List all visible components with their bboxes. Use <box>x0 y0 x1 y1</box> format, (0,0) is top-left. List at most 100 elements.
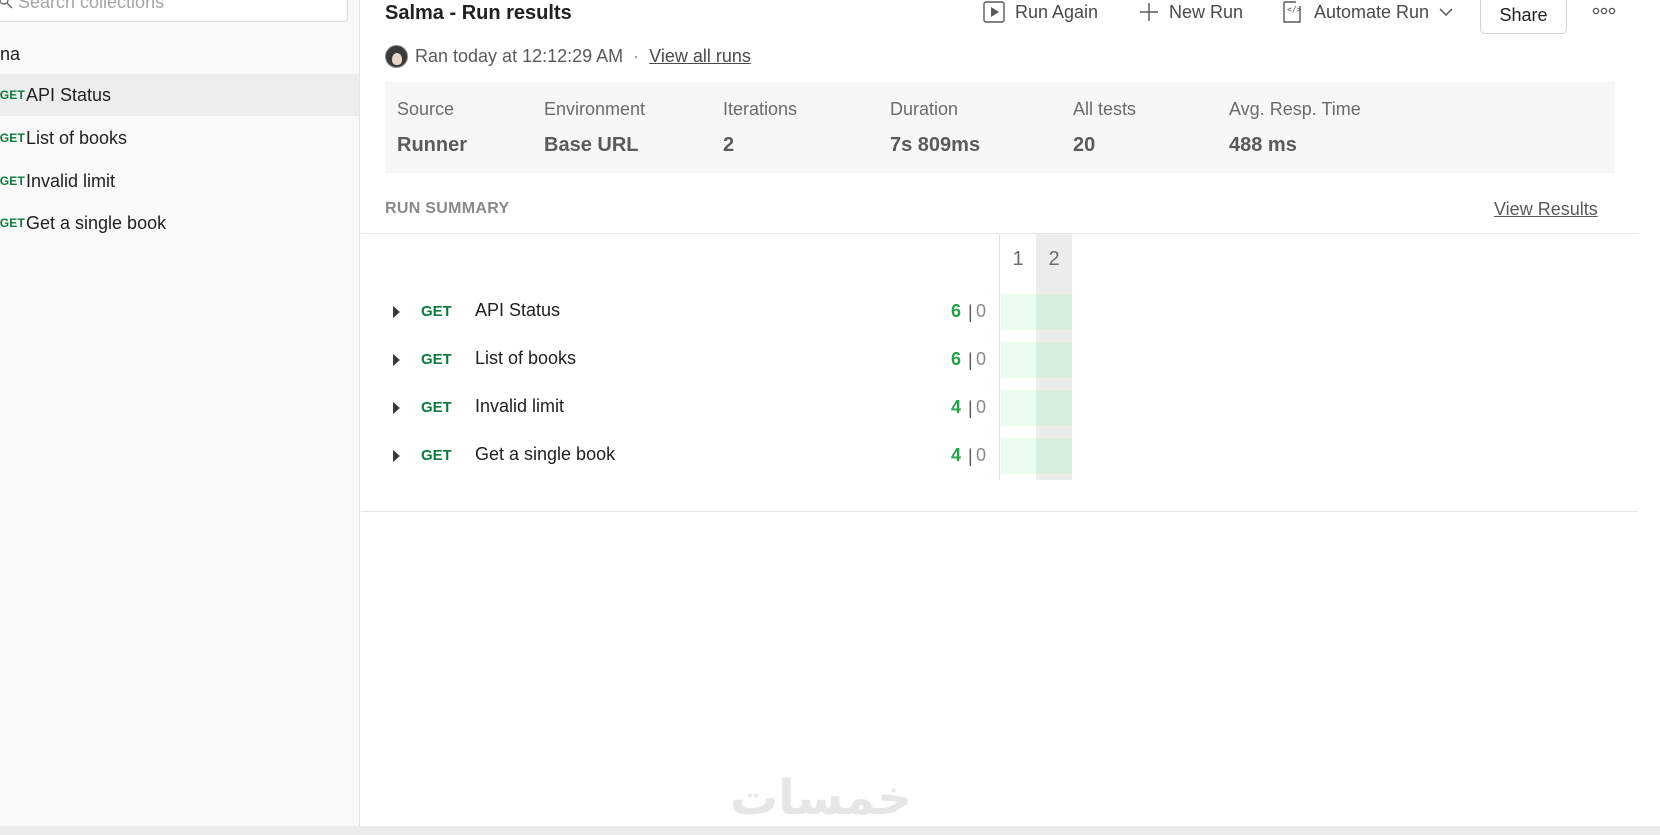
result-cell[interactable] <box>1036 390 1072 426</box>
table-row: GET API Status 6 | 0 <box>361 293 1001 329</box>
sidebar-item-label: Invalid limit <box>26 170 116 191</box>
sidebar-item-invalid-limit[interactable]: GET Invalid limit <box>0 160 359 202</box>
stat-value: 20 <box>1073 134 1096 156</box>
passed-count: 4 <box>951 445 962 465</box>
request-name[interactable]: Get a single book <box>475 444 615 465</box>
method-badge: GET <box>0 216 25 230</box>
view-results-link[interactable]: View Results <box>1494 199 1598 220</box>
count-separator: | <box>968 302 973 322</box>
stat-label: All tests <box>1073 99 1137 119</box>
run-again-label: Run Again <box>1015 1 1099 22</box>
stat-value: Runner <box>397 134 467 156</box>
table-row: GET List of books 6 | 0 <box>361 341 1001 377</box>
method-badge: GET <box>0 88 25 102</box>
search-icon <box>0 0 13 9</box>
stat-value: Base URL <box>544 134 639 156</box>
sidebar-item-label: API Status <box>26 84 112 105</box>
method-badge: GET <box>0 131 25 145</box>
passed-count: 6 <box>951 301 962 321</box>
svg-text:</>: </> <box>1287 5 1302 14</box>
count-separator: | <box>968 398 973 418</box>
method-badge: GET <box>421 399 452 416</box>
sidebar-item-get-a-single-book[interactable]: GET Get a single book <box>0 202 359 244</box>
more-options-icon[interactable] <box>1591 2 1617 20</box>
method-badge: GET <box>421 351 452 368</box>
stat-value: 488 ms <box>1229 134 1297 156</box>
chevron-down-icon <box>1439 8 1453 17</box>
automate-run-button[interactable]: </> Automate Run <box>1282 0 1453 24</box>
failed-count: 0 <box>976 445 987 465</box>
share-button[interactable]: Share <box>1480 0 1567 34</box>
watermark: خمسات <box>730 770 912 826</box>
stat-iterations: Iterations 2 <box>723 99 797 157</box>
iteration-column-2: 2 <box>1036 234 1072 480</box>
sidebar-item-list-of-books[interactable]: GET List of books <box>0 117 359 159</box>
divider <box>361 511 1638 512</box>
run-stats-panel: Source Runner Environment Base URL Itera… <box>385 82 1615 173</box>
expand-caret-icon[interactable] <box>393 402 400 414</box>
result-cell[interactable] <box>1001 294 1036 330</box>
stat-label: Environment <box>544 99 646 119</box>
search-input[interactable] <box>18 0 318 13</box>
stat-label: Iterations <box>723 99 798 119</box>
expand-caret-icon[interactable] <box>393 354 400 366</box>
failed-count: 0 <box>976 397 987 417</box>
run-again-button[interactable]: Run Again <box>983 0 1098 24</box>
sidebar: na GET API Status GET List of books GET … <box>0 0 360 826</box>
stat-label: Avg. Resp. Time <box>1229 99 1361 119</box>
run-summary-heading: RUN SUMMARY <box>385 200 510 217</box>
automate-run-label: Automate Run <box>1314 1 1430 22</box>
run-results-panel: Salma - Run results Run Again New Run </… <box>361 0 1638 826</box>
stat-all-tests: All tests 20 <box>1073 99 1136 157</box>
expand-caret-icon[interactable] <box>393 450 400 462</box>
stat-avg-response-time: Avg. Resp. Time 488 ms <box>1229 99 1361 157</box>
result-cell[interactable] <box>1036 342 1072 378</box>
stat-duration: Duration 7s 809ms <box>890 99 980 157</box>
plus-icon <box>1140 3 1158 21</box>
collection-name[interactable]: na <box>0 44 360 68</box>
result-cell[interactable] <box>1001 438 1036 474</box>
stat-source: Source Runner <box>397 99 467 157</box>
new-run-label: New Run <box>1169 1 1244 22</box>
failed-count: 0 <box>976 301 987 321</box>
sidebar-item-api-status[interactable]: GET API Status <box>0 74 359 116</box>
code-file-icon: </> <box>1283 1 1302 23</box>
sidebar-item-label: List of books <box>26 127 128 148</box>
passed-count: 4 <box>951 397 962 417</box>
count-separator: | <box>968 350 973 370</box>
passed-count: 6 <box>951 349 962 369</box>
stat-label: Source <box>397 99 455 119</box>
method-badge: GET <box>0 174 25 188</box>
expand-caret-icon[interactable] <box>393 306 400 318</box>
result-cell[interactable] <box>1001 390 1036 426</box>
sidebar-item-label: Get a single book <box>26 212 167 233</box>
table-row: GET Get a single book 4 | 0 <box>361 437 1001 473</box>
count-separator: | <box>968 446 973 466</box>
iteration-column-1: 1 <box>999 234 1036 480</box>
failed-count: 0 <box>976 349 987 369</box>
result-cell[interactable] <box>1036 294 1072 330</box>
avatar <box>385 44 408 68</box>
run-meta: Ran today at 12:12:29 AM · View all runs <box>385 43 751 69</box>
iteration-header: 1 <box>1012 248 1024 270</box>
method-badge: GET <box>421 303 452 320</box>
stat-value: 2 <box>723 134 735 156</box>
stat-environment: Environment Base URL <box>544 99 645 157</box>
result-cell[interactable] <box>1036 438 1072 474</box>
toolbar: Run Again New Run </> Automate Run Share <box>361 0 1638 34</box>
iteration-header: 2 <box>1048 248 1060 270</box>
stat-label: Duration <box>890 99 959 119</box>
ran-timestamp: Ran today at 12:12:29 AM <box>415 45 624 66</box>
search-box[interactable] <box>0 0 348 22</box>
play-icon <box>983 1 1005 23</box>
stat-value: 7s 809ms <box>890 134 981 156</box>
status-bar <box>0 826 1660 835</box>
request-name[interactable]: List of books <box>475 348 576 369</box>
method-badge: GET <box>421 447 452 464</box>
request-name[interactable]: Invalid limit <box>475 396 564 417</box>
new-run-button[interactable]: New Run <box>1139 0 1243 24</box>
request-name[interactable]: API Status <box>475 300 560 321</box>
separator-dot: · <box>633 45 640 66</box>
result-cell[interactable] <box>1001 342 1036 378</box>
view-all-runs-link[interactable]: View all runs <box>649 46 751 67</box>
